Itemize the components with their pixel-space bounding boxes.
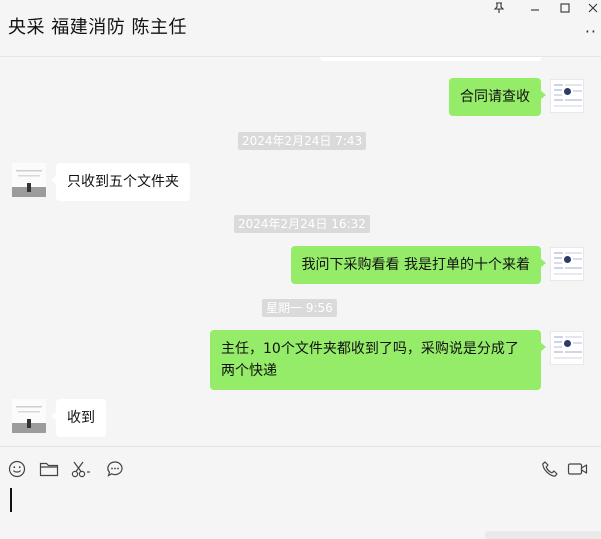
emoji-icon[interactable]: [6, 458, 28, 480]
message-text: 主任，10个文件夹都收到了吗，采购说是分成了两个快递: [221, 341, 519, 379]
message-bubble-outgoing[interactable]: 我问下采购看看 我是打单的十个来着: [290, 246, 547, 284]
message-bubble-outgoing[interactable]: 主任，10个文件夹都收到了吗，采购说是分成了两个快递: [210, 330, 546, 390]
timestamp: 星期一 9:56: [262, 299, 337, 317]
contact-avatar[interactable]: [12, 399, 46, 433]
message-bubble-outgoing[interactable]: 合同请查收: [449, 78, 546, 116]
my-avatar[interactable]: [550, 79, 584, 113]
maximize-icon[interactable]: [550, 0, 580, 16]
title-bar: 央采 福建消防 陈主任 ··: [0, 0, 601, 57]
message-list[interactable]: 合同请查收 2024年2月24日 7:43 只收到五个文件夹 2024年2月24…: [0, 57, 601, 446]
previous-message-bubble: [320, 57, 542, 61]
close-icon[interactable]: [578, 0, 601, 16]
my-avatar[interactable]: [550, 247, 584, 281]
message-text: 我问下采购看看 我是打单的十个来着: [301, 257, 530, 273]
message-input[interactable]: [0, 484, 601, 539]
timestamp: 2024年2月24日 16:32: [234, 215, 370, 233]
timestamp: 2024年2月24日 7:43: [238, 132, 367, 150]
input-divider: [0, 446, 601, 447]
chat-title: 央采 福建消防 陈主任: [8, 17, 187, 38]
message-bubble-incoming[interactable]: 收到: [51, 399, 106, 437]
video-call-icon[interactable]: [567, 458, 589, 480]
contact-avatar[interactable]: [12, 163, 46, 197]
my-avatar[interactable]: [550, 331, 584, 365]
folder-icon[interactable]: [38, 458, 60, 480]
text-caret: [10, 488, 12, 512]
message-text: 收到: [67, 410, 95, 426]
send-button[interactable]: [485, 531, 601, 539]
chat-history-icon[interactable]: [104, 458, 126, 480]
phone-icon[interactable]: [539, 458, 561, 480]
message-bubble-incoming[interactable]: 只收到五个文件夹: [51, 163, 190, 201]
scissors-icon[interactable]: [70, 458, 92, 480]
message-text: 只收到五个文件夹: [67, 174, 179, 190]
message-text: 合同请查收: [460, 89, 530, 105]
more-options-icon[interactable]: ··: [585, 22, 597, 41]
pin-icon[interactable]: [484, 0, 514, 16]
minimize-icon[interactable]: [520, 0, 550, 16]
